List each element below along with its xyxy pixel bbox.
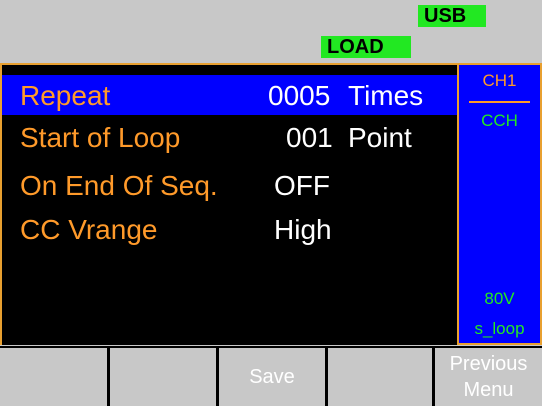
status-bar: USB LOAD [0,0,542,62]
setting-unit: Times [348,80,424,111]
softkey-f2[interactable] [110,348,216,406]
setting-label: On End Of Seq. [20,170,218,201]
softkey-f1[interactable] [0,348,107,406]
setting-label: Start of Loop [20,122,181,153]
voltage-range-label: 80V [484,289,515,308]
setting-value[interactable]: OFF [274,171,330,201]
setting-value[interactable]: 001 [286,123,333,153]
setting-row-start-of-loop[interactable]: Start of Loop 001 Point [2,117,458,157]
save-button[interactable]: Save [219,348,325,406]
setting-label: CC Vrange [20,214,158,245]
divider [469,101,530,103]
load-indicator: LOAD [321,36,411,58]
settings-panel: Repeat 0005 Times Start of Loop 001 Poin… [0,63,458,345]
setting-label: Repeat [20,80,111,111]
sequence-file-label: s_loop [474,319,525,338]
setting-row-cc-vrange[interactable]: CC Vrange High [2,209,458,249]
channel-label: CH1 [482,71,517,90]
previous-menu-button[interactable]: Previous Menu [435,348,542,406]
setting-row-repeat[interactable]: Repeat 0005 Times [2,75,458,115]
channel-info-panel: CH1 CCH 80V s_loop [457,63,542,345]
mode-label: CCH [481,111,518,130]
setting-value[interactable]: 0005 [268,81,330,111]
setting-unit: Point [348,122,412,153]
softkey-bar: Save Previous Menu [0,346,542,406]
softkey-f4[interactable] [328,348,432,406]
setting-value[interactable]: High [274,215,332,245]
setting-row-on-end-of-seq[interactable]: On End Of Seq. OFF [2,165,458,205]
usb-indicator: USB [418,5,486,27]
